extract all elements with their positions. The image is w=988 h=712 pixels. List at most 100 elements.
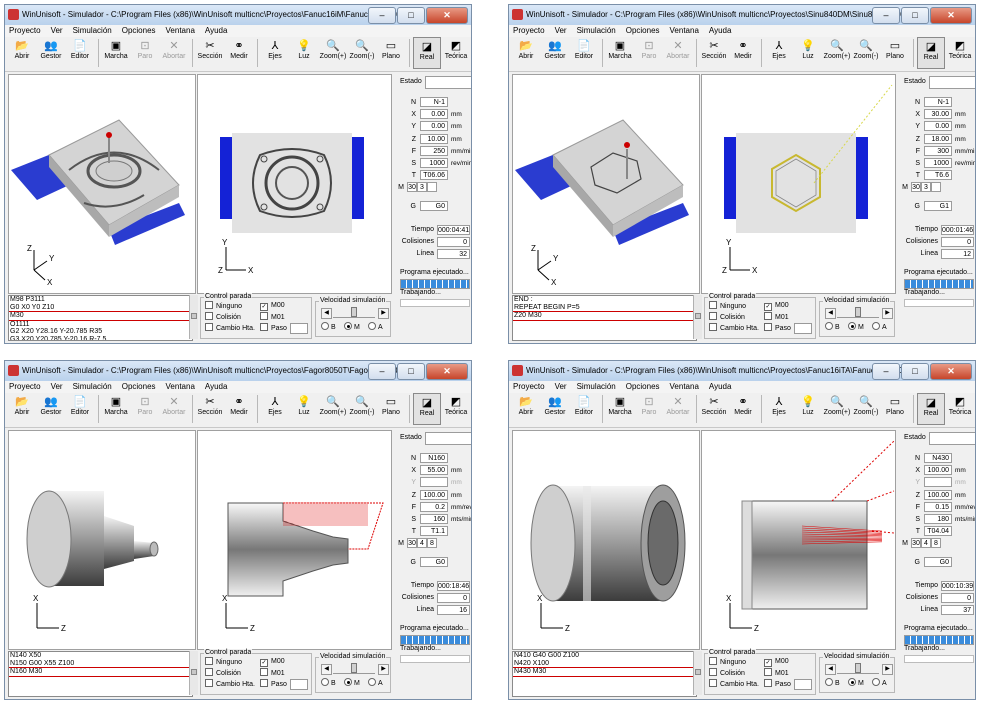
ninguno-checkbox[interactable]: Ninguno bbox=[709, 657, 746, 667]
real-button[interactable]: ◪ Real bbox=[917, 393, 945, 425]
view-3d-canvas[interactable]: XZ bbox=[9, 431, 195, 649]
speed-decrease-button[interactable]: ◀ bbox=[825, 664, 836, 675]
paro-button[interactable]: ⊡ Paro bbox=[131, 37, 159, 69]
maximize-button[interactable]: □ bbox=[901, 363, 929, 380]
menu-ver[interactable]: Ver bbox=[555, 25, 567, 37]
zoom-button[interactable]: 🔍 Zoom(-) bbox=[348, 37, 376, 69]
menu-proyecto[interactable]: Proyecto bbox=[9, 25, 41, 37]
close-button[interactable]: ✕ bbox=[426, 363, 468, 380]
plano-button[interactable]: ▭ Plano bbox=[881, 37, 909, 69]
code-listing[interactable]: N140 X50 N150 G00 X55 Z100 N160 M30 bbox=[8, 651, 193, 697]
ejes-button[interactable]: ⅄ Ejes bbox=[765, 393, 793, 425]
view-3d-canvas[interactable]: Z Y X bbox=[513, 75, 699, 293]
terica-button[interactable]: ◩ Teórica bbox=[442, 393, 470, 425]
real-button[interactable]: ◪ Real bbox=[413, 37, 441, 69]
code-line[interactable]: Z20 M30 bbox=[513, 311, 696, 321]
editor-button[interactable]: 📄 Editor bbox=[570, 37, 598, 69]
paso-spinner[interactable] bbox=[290, 323, 308, 334]
paro-button[interactable]: ⊡ Paro bbox=[635, 37, 663, 69]
abrir-button[interactable]: 📂 Abrir bbox=[8, 37, 36, 69]
radio-m[interactable]: M bbox=[344, 322, 360, 331]
menu-ver[interactable]: Ver bbox=[51, 25, 63, 37]
editor-button[interactable]: 📄 Editor bbox=[66, 393, 94, 425]
code-listing[interactable]: M98 P3111 G0 X0 Y0 Z10 M30 O1111 G2 X20 Y28.… bbox=[8, 295, 193, 341]
view-3d-canvas[interactable]: XZ bbox=[513, 431, 699, 649]
ninguno-checkbox[interactable]: Ninguno bbox=[205, 301, 242, 311]
paso-checkbox[interactable]: Paso bbox=[260, 323, 287, 333]
m01-checkbox[interactable]: M01 bbox=[260, 668, 285, 678]
marcha-button[interactable]: ▣ Marcha bbox=[102, 37, 130, 69]
seccin-button[interactable]: ✂ Sección bbox=[700, 37, 728, 69]
radio-b[interactable]: B bbox=[321, 322, 336, 331]
menu-proyecto[interactable]: Proyecto bbox=[513, 25, 545, 37]
code-line[interactable]: N420 X100 bbox=[513, 660, 696, 668]
speed-slider-thumb[interactable] bbox=[855, 663, 861, 673]
m00-checkbox[interactable]: ✓ M00 bbox=[764, 657, 789, 667]
medir-button[interactable]: ⚭ Medir bbox=[729, 393, 757, 425]
plano-button[interactable]: ▭ Plano bbox=[881, 393, 909, 425]
view-2d[interactable]: Y Z X bbox=[197, 74, 392, 294]
m01-checkbox[interactable]: M01 bbox=[764, 668, 789, 678]
title-bar[interactable]: WinUnisoft - Simulador - C:\Program File… bbox=[509, 361, 975, 381]
menu-simulacin[interactable]: Simulación bbox=[73, 381, 112, 393]
terica-button[interactable]: ◩ Teórica bbox=[946, 393, 974, 425]
menu-opciones[interactable]: Opciones bbox=[122, 25, 156, 37]
title-bar[interactable]: WinUnisoft - Simulador - C:\Program File… bbox=[5, 361, 471, 381]
code-listing[interactable]: END : REPEAT BEGIN P=5 Z20 M30 bbox=[512, 295, 697, 341]
speed-increase-button[interactable]: ▶ bbox=[378, 664, 389, 675]
menu-simulacin[interactable]: Simulación bbox=[577, 25, 616, 37]
abortar-button[interactable]: ✕ Abortar bbox=[664, 393, 692, 425]
radio-b[interactable]: B bbox=[321, 678, 336, 687]
speed-increase-button[interactable]: ▶ bbox=[882, 664, 893, 675]
ninguno-checkbox[interactable]: Ninguno bbox=[205, 657, 242, 667]
m01-checkbox[interactable]: M01 bbox=[260, 312, 285, 322]
medir-button[interactable]: ⚭ Medir bbox=[225, 37, 253, 69]
abortar-button[interactable]: ✕ Abortar bbox=[664, 37, 692, 69]
code-scrollbar[interactable] bbox=[189, 651, 198, 695]
paso-checkbox[interactable]: Paso bbox=[764, 679, 791, 689]
code-scrollbar[interactable] bbox=[693, 295, 702, 339]
speed-decrease-button[interactable]: ◀ bbox=[825, 308, 836, 319]
code-line[interactable]: N410 G40 G00 Z100 bbox=[513, 652, 696, 660]
cambio-hta-checkbox[interactable]: Cambio Hta. bbox=[709, 323, 759, 333]
real-button[interactable]: ◪ Real bbox=[413, 393, 441, 425]
code-line[interactable]: N140 X50 bbox=[9, 652, 192, 660]
code-line[interactable]: REPEAT BEGIN P=5 bbox=[513, 304, 696, 312]
view-2d[interactable]: XZ bbox=[197, 430, 392, 650]
code-line[interactable]: N430 M30 bbox=[513, 667, 696, 677]
speed-decrease-button[interactable]: ◀ bbox=[321, 664, 332, 675]
speed-increase-button[interactable]: ▶ bbox=[378, 308, 389, 319]
close-button[interactable]: ✕ bbox=[930, 363, 972, 380]
code-line[interactable]: G2 X20 Y28.16 Y-20.785 R35 bbox=[9, 328, 192, 336]
code-scrollbar[interactable] bbox=[693, 651, 702, 695]
ejes-button[interactable]: ⅄ Ejes bbox=[765, 37, 793, 69]
menu-proyecto[interactable]: Proyecto bbox=[9, 381, 41, 393]
view-3d[interactable]: Z Y X bbox=[8, 74, 196, 294]
marcha-button[interactable]: ▣ Marcha bbox=[606, 37, 634, 69]
colision-checkbox[interactable]: Colisión bbox=[709, 668, 745, 678]
menu-ayuda[interactable]: Ayuda bbox=[709, 381, 732, 393]
scroll-thumb[interactable] bbox=[191, 669, 197, 675]
abortar-button[interactable]: ✕ Abortar bbox=[160, 393, 188, 425]
gestor-button[interactable]: 👥 Gestor bbox=[37, 37, 65, 69]
ejes-button[interactable]: ⅄ Ejes bbox=[261, 37, 289, 69]
menu-proyecto[interactable]: Proyecto bbox=[513, 381, 545, 393]
seccin-button[interactable]: ✂ Sección bbox=[196, 37, 224, 69]
m01-checkbox[interactable]: M01 bbox=[764, 312, 789, 322]
menu-simulacin[interactable]: Simulación bbox=[73, 25, 112, 37]
luz-button[interactable]: 💡 Luz bbox=[290, 393, 318, 425]
scroll-thumb[interactable] bbox=[191, 313, 197, 319]
paro-button[interactable]: ⊡ Paro bbox=[635, 393, 663, 425]
colision-checkbox[interactable]: Colisión bbox=[205, 668, 241, 678]
plano-button[interactable]: ▭ Plano bbox=[377, 37, 405, 69]
terica-button[interactable]: ◩ Teórica bbox=[946, 37, 974, 69]
code-line[interactable]: G0 X0 Y0 Z10 bbox=[9, 304, 192, 312]
paso-spinner[interactable] bbox=[290, 679, 308, 690]
close-button[interactable]: ✕ bbox=[930, 7, 972, 24]
view-2d-canvas[interactable]: XZ bbox=[702, 431, 895, 649]
paso-checkbox[interactable]: Paso bbox=[260, 679, 287, 689]
title-bar[interactable]: WinUnisoft - Simulador - C:\Program File… bbox=[509, 5, 975, 25]
seccin-button[interactable]: ✂ Sección bbox=[700, 393, 728, 425]
luz-button[interactable]: 💡 Luz bbox=[794, 37, 822, 69]
title-bar[interactable]: WinUnisoft - Simulador - C:\Program File… bbox=[5, 5, 471, 25]
